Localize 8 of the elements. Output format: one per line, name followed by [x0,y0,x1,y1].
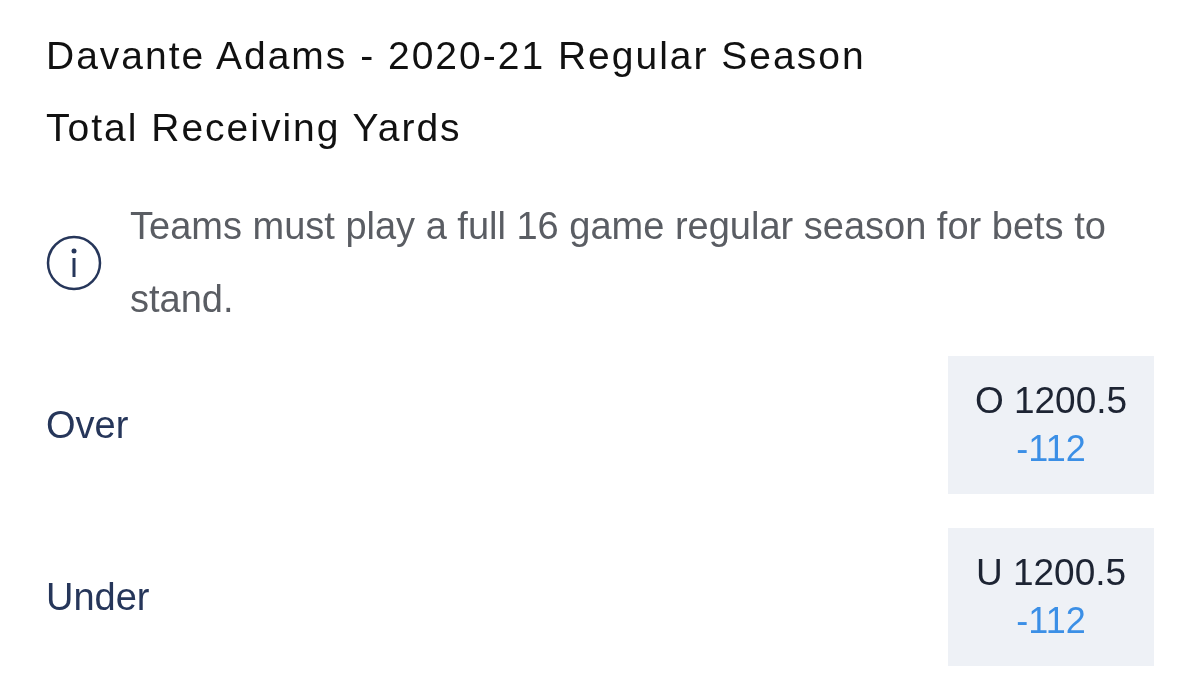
outcome-label: Under [46,575,150,619]
odds-button[interactable]: U 1200.5 -112 [948,528,1154,666]
market-title: Davante Adams - 2020-21 Regular Season [46,33,867,79]
notice-text: Teams must play a full 16 game regular season for bets to stand. [130,204,1107,322]
outcome-label: Over [46,403,129,447]
info-icon [46,235,102,291]
odds-button[interactable]: O 1200.5 -112 [948,356,1154,494]
market-title: Total Receiving Yards [46,105,463,151]
